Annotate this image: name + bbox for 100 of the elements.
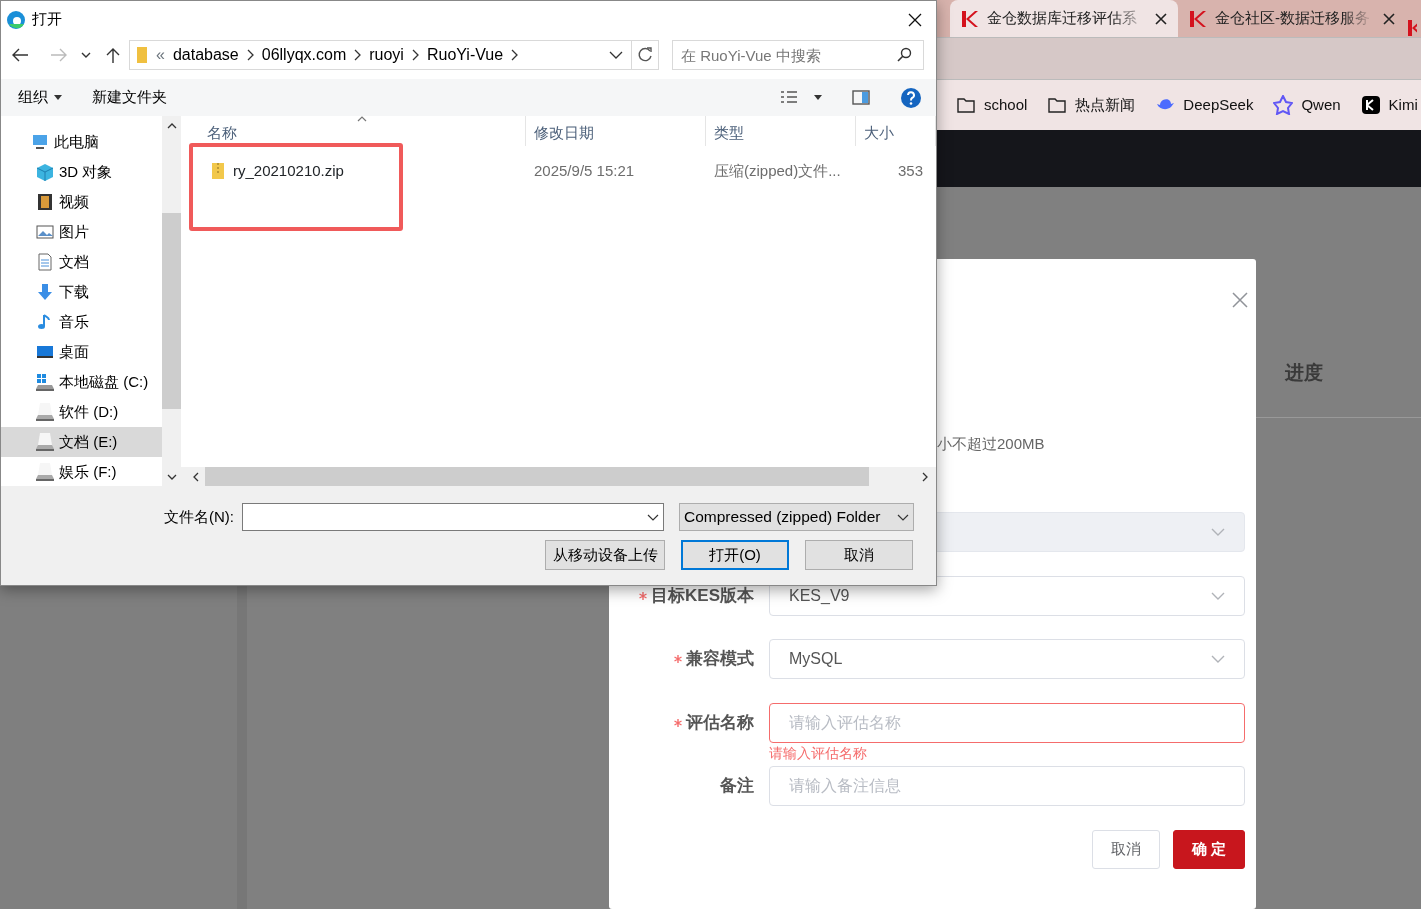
image-icon: [36, 223, 54, 241]
scrollbar[interactable]: [181, 467, 936, 486]
column-header[interactable]: 大小: [856, 116, 936, 146]
chevron-down-icon: [609, 51, 623, 59]
chevron-right-icon: [246, 49, 254, 61]
error-message: 请输入评估名称: [769, 743, 867, 763]
file-name[interactable]: ry_20210210.zip: [233, 159, 344, 183]
nav-item[interactable]: 此电脑: [1, 127, 162, 157]
nav-item[interactable]: 视频: [1, 187, 162, 217]
file-type-dropdown[interactable]: Compressed (zipped) Folder: [679, 503, 914, 531]
cancel-button[interactable]: 取消: [805, 540, 913, 570]
nav-item[interactable]: 软件 (D:): [1, 397, 162, 427]
close-icon[interactable]: [1382, 11, 1396, 26]
close-icon: [907, 12, 922, 27]
close-icon[interactable]: [1154, 11, 1168, 26]
address-bar[interactable]: « database 06llyqx.com ruoyi RuoYi-Vue: [129, 40, 659, 70]
nav-item[interactable]: 图片: [1, 217, 162, 247]
bookmark-link[interactable]: 热点新闻: [1047, 93, 1136, 117]
cancel-button[interactable]: 取消: [1091, 829, 1160, 869]
computer-icon: [31, 133, 49, 151]
breadcrumb-item[interactable]: 06llyqx.com: [261, 43, 347, 67]
chevron-down-icon: [1211, 591, 1225, 600]
toolbar-button[interactable]: 组织: [18, 86, 62, 109]
filename-field[interactable]: [242, 503, 664, 531]
nav-item[interactable]: 本地磁盘 (C:): [1, 367, 162, 397]
star-icon: [1273, 95, 1294, 115]
caret-down-icon: [54, 95, 62, 100]
window-title: 打开: [32, 9, 63, 30]
bookmark-link[interactable]: Qwen: [1273, 93, 1341, 117]
chevron-down-icon: [897, 513, 909, 521]
pane-icon: [852, 90, 870, 105]
nav-item[interactable]: 文档: [1, 247, 162, 277]
zip-folder-icon: [211, 162, 225, 180]
document-icon: [36, 253, 54, 271]
chevron-down-icon: [166, 474, 177, 480]
search-icon: [896, 47, 912, 63]
k-logo-icon: [960, 9, 979, 28]
drive-icon: [36, 463, 54, 481]
folder-icon: [1047, 95, 1068, 115]
breadcrumb-item[interactable]: ruoyi: [369, 43, 404, 67]
chevron-right-icon: [511, 49, 519, 61]
open-button[interactable]: 打开(O): [681, 540, 789, 570]
nav-item[interactable]: 桌面: [1, 337, 162, 367]
column-header[interactable]: 名称: [181, 116, 526, 146]
nav-item[interactable]: 文档 (E:): [1, 427, 162, 457]
chevron-right-icon: [411, 49, 419, 61]
close-icon: [1232, 291, 1248, 308]
column-header[interactable]: 修改日期: [526, 116, 706, 146]
chevron-right-icon: [354, 49, 362, 61]
drive-icon: [36, 403, 54, 421]
cube-icon: [36, 163, 54, 181]
bookmark-link[interactable]: Kimi: [1360, 93, 1418, 117]
nav-item[interactable]: 3D 对象: [1, 157, 162, 187]
file-type: 压缩(zipped)文件...: [713, 160, 842, 181]
bookmark-link[interactable]: DeepSeek: [1155, 93, 1254, 117]
k-logo-icon: [1406, 19, 1417, 37]
path-overflow-button[interactable]: «: [156, 43, 165, 67]
film-icon: [36, 193, 54, 211]
forward-icon: [49, 47, 68, 63]
upload-hint: 小不超过200MB: [937, 434, 1046, 454]
page-heading: 进度: [1285, 361, 1323, 385]
browser-tab[interactable]: 金仓社区-数据迁移服务: [1178, 0, 1406, 37]
chevron-down-icon: [1211, 655, 1225, 663]
breadcrumb-item[interactable]: database: [172, 43, 239, 67]
folder-icon: [956, 95, 976, 115]
breadcrumb-item[interactable]: RuoYi-Vue: [426, 43, 504, 67]
sort-caret-icon: [357, 116, 367, 122]
bookmark-link[interactable]: school: [956, 93, 1028, 117]
nav-item[interactable]: 下载: [1, 277, 162, 307]
confirm-button[interactable]: 确 定: [1172, 829, 1245, 869]
desktop-icon: [36, 343, 54, 361]
download-icon: [36, 283, 54, 301]
help-icon: [900, 86, 922, 109]
file-date: 2025/9/5 15:21: [533, 160, 636, 181]
nav-item[interactable]: 娱乐 (F:): [1, 457, 162, 486]
input-field[interactable]: 请输入评估名称: [769, 702, 1245, 743]
upload-button[interactable]: 从移动设备上传: [545, 540, 665, 570]
column-header[interactable]: 类型: [706, 116, 856, 146]
up-icon: [104, 47, 121, 63]
nav-item[interactable]: 音乐: [1, 307, 162, 337]
caret-down-icon: [814, 95, 822, 100]
k-logo-icon: [1188, 9, 1207, 28]
view-options-button[interactable]: [780, 89, 822, 106]
chevron-down-icon: [1211, 528, 1225, 536]
browser-tab[interactable]: 金仓数据库迁移评估系: [950, 0, 1178, 37]
chevron-down-icon: [647, 513, 659, 521]
preview-pane-button[interactable]: [852, 90, 870, 105]
browser-logo-icon: [6, 9, 26, 30]
search-field[interactable]: 在 RuoYi-Vue 中搜索: [672, 40, 924, 70]
field-label: 评估名称: [686, 711, 754, 734]
select-field[interactable]: MySQL: [769, 639, 1245, 679]
chevron-up-icon: [166, 123, 177, 129]
scrollbar[interactable]: [162, 116, 181, 486]
field-label: 兼容模式: [686, 648, 754, 670]
chevron-left-icon: [193, 471, 199, 482]
help-button[interactable]: [900, 86, 922, 109]
drive-icon: [36, 373, 54, 391]
toolbar-button[interactable]: 新建文件夹: [92, 86, 167, 109]
field-label: 备注: [720, 775, 754, 797]
field-label: 文件名(N):: [164, 506, 234, 527]
